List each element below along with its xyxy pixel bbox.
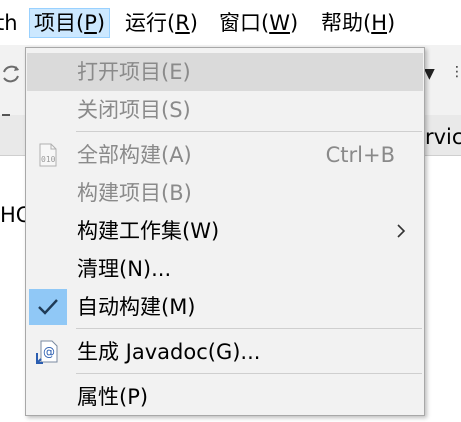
menubar-item-search[interactable]: th [0, 8, 18, 38]
menu-item-label: 打开项目(E) [77, 60, 191, 84]
minimize-icon[interactable] [2, 114, 10, 116]
refresh-icon[interactable] [0, 62, 22, 86]
menu-bar: th 项目(P) 运行(R) 窗口(W) 帮助(H) [0, 0, 461, 45]
menubar-item-project[interactable]: 项目(P) [29, 8, 111, 38]
menu-item-build-all[interactable]: 010 全部构建(A) Ctrl+B [27, 136, 423, 174]
more-icon[interactable]: ⋮ [450, 64, 461, 80]
menu-item-label: 自动构建(M) [77, 295, 196, 319]
menu-item-label: 属性(P) [77, 385, 149, 409]
menu-item-close-project[interactable]: 关闭项目(S) [27, 91, 423, 129]
menu-separator [76, 328, 422, 329]
project-menu: 打开项目(E) 关闭项目(S) 010 全部构建(A) Ctrl+B 构建项目(… [25, 47, 425, 416]
javadoc-icon: @ [36, 340, 58, 364]
menu-item-build-project[interactable]: 构建项目(B) [27, 174, 423, 212]
svg-text:@: @ [43, 345, 55, 359]
checkmark-icon [38, 299, 58, 315]
menu-separator [76, 373, 422, 374]
menu-item-label: 构建工作集(W) [77, 219, 220, 243]
menu-item-label: 生成 Javadoc(G)... [77, 340, 261, 364]
menu-item-label: 构建项目(B) [77, 181, 192, 205]
background-tab-label: rvic [425, 125, 461, 149]
menubar-item-window[interactable]: 窗口(W) [219, 8, 298, 38]
chevron-right-icon [397, 224, 406, 238]
menu-item-shortcut: Ctrl+B [325, 143, 395, 167]
svg-text:010: 010 [41, 155, 56, 164]
build-all-icon: 010 [39, 143, 57, 167]
menu-item-label: 全部构建(A) [77, 143, 192, 167]
menu-item-properties[interactable]: 属性(P) [27, 378, 423, 416]
menubar-item-help[interactable]: 帮助(H) [321, 8, 395, 38]
menu-item-label: 清理(N)... [77, 257, 172, 281]
menu-item-generate-javadoc[interactable]: @ 生成 Javadoc(G)... [27, 333, 423, 371]
menu-separator [76, 131, 422, 132]
dropdown-arrow-icon[interactable]: ▼ [424, 66, 435, 82]
menubar-item-run[interactable]: 运行(R) [125, 8, 198, 38]
menu-item-build-automatically[interactable]: 自动构建(M) [27, 288, 423, 326]
menu-item-label: 关闭项目(S) [77, 98, 191, 122]
menu-item-build-working-set[interactable]: 构建工作集(W) [27, 212, 423, 250]
menu-item-clean[interactable]: 清理(N)... [27, 250, 423, 288]
menu-item-open-project[interactable]: 打开项目(E) [27, 53, 423, 91]
